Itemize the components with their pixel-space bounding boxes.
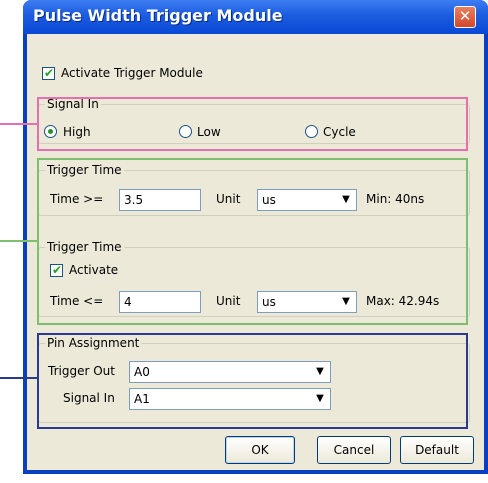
signal-in-leader-line [0, 123, 37, 125]
signal-in-highlight-box [37, 97, 468, 151]
activate-trigger-checkbox[interactable]: ✔ [42, 66, 55, 80]
trigger-time-highlight-box [37, 158, 468, 325]
cancel-button[interactable]: Cancel [317, 436, 391, 464]
pin-assignment-leader-line [0, 377, 37, 379]
activate-trigger-label[interactable]: Activate Trigger Module [61, 66, 203, 80]
title-bar[interactable]: Pulse Width Trigger Module ✕ [23, 0, 488, 34]
pin-assignment-highlight-box [37, 333, 468, 429]
check-icon: ✔ [44, 66, 55, 80]
window-title: Pulse Width Trigger Module [33, 6, 283, 25]
close-icon[interactable]: ✕ [454, 6, 476, 28]
trigger-time-leader-line [0, 240, 37, 242]
ok-button[interactable]: OK [225, 436, 295, 464]
default-button[interactable]: Default [400, 436, 474, 464]
